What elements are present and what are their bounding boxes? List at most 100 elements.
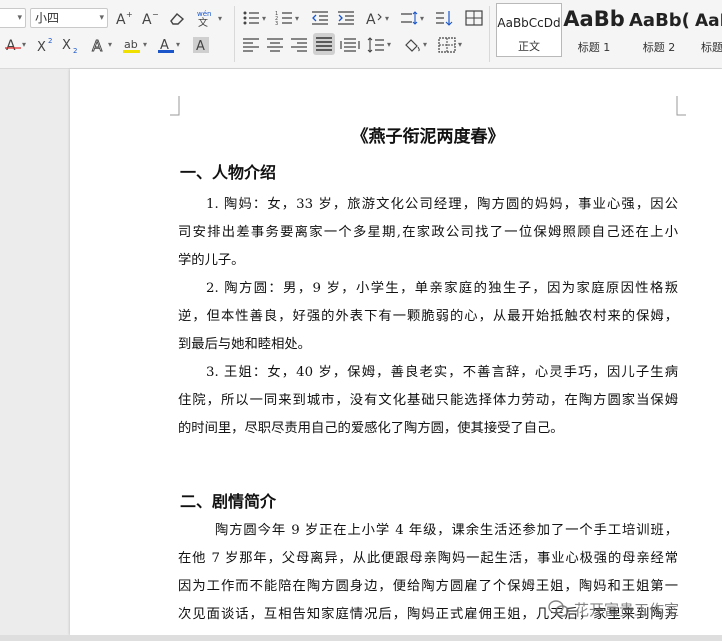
ribbon-separator xyxy=(234,6,235,62)
paragraph-line: 住院，所以一同来到城市，没有文化基础只能选择体力劳动，在陶方圆家当保姆 xyxy=(178,393,678,408)
svg-text:A: A xyxy=(6,38,16,54)
shrink-font-button[interactable]: A − xyxy=(139,7,161,29)
align-center-button[interactable] xyxy=(264,34,286,56)
align-center-icon xyxy=(267,38,283,52)
change-case-button[interactable]: A xyxy=(363,7,385,29)
character-shading-icon: A xyxy=(193,37,209,54)
section-heading: 一、人物介绍 xyxy=(180,163,277,182)
paragraph-line: 到最后与她和睦相处。 xyxy=(178,337,311,352)
style-name: 标题 2 xyxy=(642,41,676,54)
paragraph-line: 学的儿子。 xyxy=(178,253,245,268)
numbering-button[interactable]: 123 xyxy=(273,7,295,29)
style-sample: AaBb xyxy=(563,7,625,31)
margin-corner-mark xyxy=(170,96,180,116)
line-spacing-button[interactable] xyxy=(365,34,387,56)
grid-table-icon xyxy=(465,10,483,26)
text-outline-button[interactable]: A xyxy=(88,34,110,56)
style-gallery: AaBbCcDd 正文 AaBb 标题 1 AaBb( 标题 2 AaB 标题 xyxy=(496,3,722,61)
style-name: 标题 xyxy=(701,41,722,54)
subscript-button[interactable]: X2 xyxy=(60,34,82,56)
grow-font-icon: A + xyxy=(116,10,133,26)
style-title[interactable]: AaB 标题 xyxy=(693,3,722,57)
justify-icon xyxy=(316,37,332,51)
chinese-layout-button[interactable] xyxy=(398,7,420,29)
align-right-icon xyxy=(291,38,307,52)
font-name-combo[interactable]: ▾ xyxy=(0,8,26,28)
text-effect-button[interactable]: A xyxy=(2,34,24,56)
paragraph-line: 3. 王姐：女，40 岁，保姆，善良老实，不善言辞，心灵手巧，因儿子生病 xyxy=(206,365,678,380)
chevron-down-icon: ▾ xyxy=(108,40,113,49)
margin-corner-mark xyxy=(676,96,686,116)
table-insert-button[interactable] xyxy=(463,7,485,29)
bullets-button[interactable] xyxy=(240,7,262,29)
paragraph-line: 2. 陶方圆：男，9 岁，小学生，单亲家庭的独生子，因为家庭原因性格叛 xyxy=(206,281,678,296)
align-right-button[interactable] xyxy=(288,34,310,56)
wechat-icon xyxy=(548,600,569,617)
strikethrough-color-icon: A xyxy=(5,38,21,54)
borders-button[interactable] xyxy=(436,34,458,56)
svg-text:+: + xyxy=(126,10,133,19)
bullet-list-icon xyxy=(243,11,259,25)
increase-indent-button[interactable] xyxy=(335,7,357,29)
shading-button[interactable] xyxy=(401,34,423,56)
style-normal[interactable]: AaBbCcDd 正文 xyxy=(496,3,562,57)
font-color-button[interactable]: A xyxy=(155,34,177,56)
svg-text:文: 文 xyxy=(198,16,208,27)
svg-text:X: X xyxy=(62,38,71,53)
svg-text:wén: wén xyxy=(197,10,211,18)
ribbon-separator xyxy=(489,6,490,62)
font-size-combo[interactable]: 小四 ▾ xyxy=(30,8,108,28)
chevron-down-icon: ▾ xyxy=(295,14,300,23)
chevron-down-icon: ▾ xyxy=(387,40,392,49)
style-sample: AaBb( xyxy=(629,10,690,31)
watermark: 花开富贵工作室 xyxy=(548,596,679,622)
ribbon-toolbar: ▾ 小四 ▾ A + A − wén 文 ▾ A ▾ X2 X2 A ▾ ab ▾ A… xyxy=(0,0,722,69)
svg-text:A: A xyxy=(366,12,376,26)
svg-text:A: A xyxy=(116,12,126,26)
chevron-down-icon: ▾ xyxy=(423,40,428,49)
workspace-background xyxy=(0,69,70,641)
paragraph-line: 陶方圆今年 9 岁正在上小学 4 年级，课余生活还参加了一个手工培训班， xyxy=(215,523,678,538)
chevron-down-icon: ▾ xyxy=(262,14,267,23)
chevron-down-icon: ▾ xyxy=(218,14,223,23)
section-heading: 二、剧情简介 xyxy=(180,492,277,511)
style-heading-2[interactable]: AaBb( 标题 2 xyxy=(627,3,691,57)
svg-text:A: A xyxy=(142,12,152,26)
text-outline-icon: A xyxy=(92,37,104,54)
indent-icon xyxy=(338,11,354,25)
clear-format-button[interactable] xyxy=(166,7,188,29)
paint-bucket-icon xyxy=(405,39,420,52)
svg-text:X: X xyxy=(37,40,46,54)
justify-button[interactable] xyxy=(313,33,335,55)
style-heading-1[interactable]: AaBb 标题 1 xyxy=(563,3,625,57)
align-left-icon xyxy=(243,38,259,52)
svg-text:ab: ab xyxy=(124,38,138,51)
paragraph-mark-icon xyxy=(436,11,453,26)
svg-text:−: − xyxy=(152,10,159,19)
change-case-icon: A xyxy=(366,12,382,26)
highlighter-icon: ab xyxy=(123,38,140,53)
decrease-indent-button[interactable] xyxy=(309,7,331,29)
eraser-icon xyxy=(170,13,185,25)
line-spacing-icon xyxy=(367,37,384,53)
chevron-down-icon: ▾ xyxy=(176,40,181,49)
superscript-button[interactable]: X2 xyxy=(35,34,57,56)
numbered-list-icon: 123 xyxy=(275,11,292,26)
align-left-button[interactable] xyxy=(240,34,262,56)
svg-text:3: 3 xyxy=(275,21,278,26)
svg-text:2: 2 xyxy=(48,37,52,45)
svg-text:A: A xyxy=(92,37,103,54)
character-shading-button[interactable]: A xyxy=(190,34,212,56)
show-marks-button[interactable] xyxy=(433,7,455,29)
chevron-down-icon: ▾ xyxy=(385,14,390,23)
highlight-button[interactable]: ab xyxy=(121,34,143,56)
paragraph-line: 逆，但本性善良，好强的外表下有一颗脆弱的心，从最开始抵触农村来的保姆， xyxy=(178,309,678,324)
chevron-down-icon: ▾ xyxy=(22,40,27,49)
grow-font-button[interactable]: A + xyxy=(113,7,135,29)
phonetic-guide-button[interactable]: wén 文 xyxy=(195,7,217,29)
superscript-icon: X2 xyxy=(37,37,52,54)
style-sample: AaB xyxy=(695,11,722,31)
chevron-down-icon: ▾ xyxy=(99,13,104,23)
svg-text:A: A xyxy=(196,39,205,54)
distributed-button[interactable] xyxy=(339,34,361,56)
